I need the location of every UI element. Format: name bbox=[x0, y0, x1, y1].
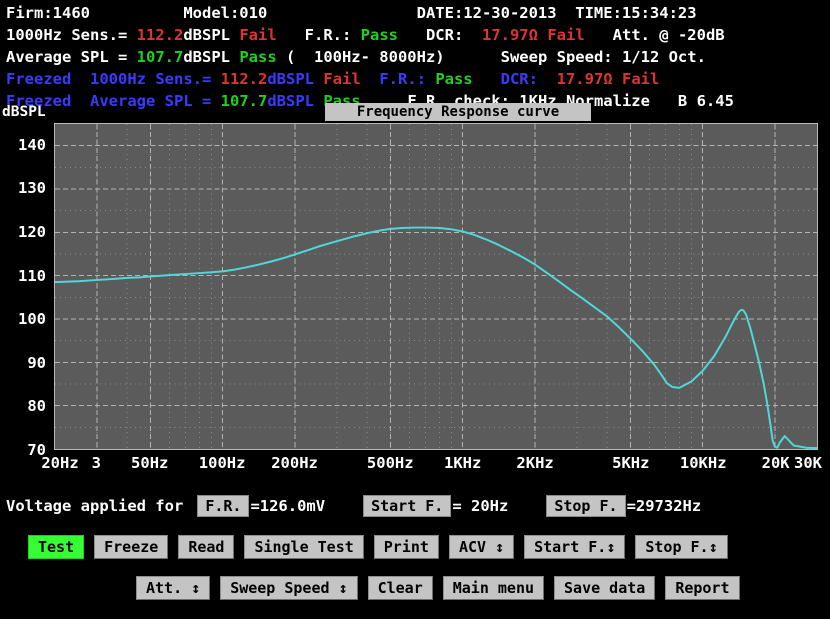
button-main-menu[interactable]: Main menu bbox=[443, 576, 544, 600]
x-axis-tick: 500Hz bbox=[367, 452, 414, 474]
button-stop-f[interactable]: Stop F.↕ bbox=[635, 535, 727, 559]
status-text-run: ( 100Hz- 8000Hz) bbox=[277, 48, 445, 66]
status-text-run: F.R.: bbox=[361, 70, 436, 88]
secondary-button-row: Att. ↕ Sweep Speed ↕ Clear Main menu Save da… bbox=[0, 574, 830, 602]
status-text-run: 107.7 bbox=[221, 92, 268, 110]
status-text-run: 107.7 bbox=[137, 48, 184, 66]
x-axis-tick: 30K bbox=[794, 452, 822, 474]
y-axis-tick: 140 bbox=[18, 136, 46, 154]
button-start-f[interactable]: Start F.↕ bbox=[524, 535, 625, 559]
x-axis-tick: 1KHz bbox=[444, 452, 481, 474]
status-text-run: F.R.: bbox=[277, 26, 361, 44]
status-text-run: Fail bbox=[547, 26, 584, 44]
status-text-run: 112.2 bbox=[137, 26, 184, 44]
start-frequency-value: = 20Hz bbox=[451, 497, 508, 515]
status-text-run: Average SPL = bbox=[90, 92, 221, 110]
stop-frequency-button[interactable]: Stop F. bbox=[546, 495, 625, 517]
status-text-run: Fail bbox=[323, 70, 360, 88]
plot-canvas bbox=[55, 124, 817, 449]
button-sweep-speed[interactable]: Sweep Speed ↕ bbox=[220, 576, 357, 600]
status-text-run: Freezed bbox=[6, 70, 90, 88]
status-text-run: 1000Hz Sens.= bbox=[6, 26, 137, 44]
status-text-run: Model:010 bbox=[90, 4, 267, 22]
x-axis-tick: 10KHz bbox=[680, 452, 727, 474]
button-single-test[interactable]: Single Test bbox=[244, 535, 363, 559]
status-text-run: Pass bbox=[435, 70, 472, 88]
status-line-firmware: Firm:1460 Model:010 DATE:12-30-2013 TIME… bbox=[0, 2, 830, 24]
y-axis-tick: 120 bbox=[18, 223, 46, 241]
x-axis-tick: 50Hz bbox=[131, 452, 168, 474]
button-print[interactable]: Print bbox=[374, 535, 439, 559]
status-text-run: dBSPL bbox=[267, 92, 323, 110]
y-axis-tick: 130 bbox=[18, 179, 46, 197]
start-frequency-button[interactable]: Start F. bbox=[363, 495, 451, 517]
status-text-run: 1000Hz Sens.= bbox=[90, 70, 221, 88]
status-text-run: 17.97Ω bbox=[482, 26, 538, 44]
fr-voltage-button[interactable]: F.R. bbox=[197, 495, 249, 517]
status-text-run: 17.97Ω bbox=[557, 70, 613, 88]
chart-title: Frequency Response curve bbox=[325, 103, 591, 121]
status-text-run bbox=[613, 70, 622, 88]
frequency-response-plot[interactable] bbox=[54, 123, 818, 450]
status-line-freezed-sensitivity: Freezed 1000Hz Sens.= 112.2dBSPL Fail F.… bbox=[0, 68, 830, 90]
button-report[interactable]: Report bbox=[665, 576, 739, 600]
status-text-run: Firm:1460 bbox=[6, 4, 90, 22]
voltage-settings-row: Voltage applied for F.R. =126.0mV Start … bbox=[0, 492, 830, 520]
x-axis-tick: 20Hz bbox=[41, 452, 78, 474]
status-text-run: Sweep Speed: 1/12 Oct. bbox=[445, 48, 706, 66]
y-axis-tick-labels: 140130120110100908070 bbox=[0, 123, 50, 449]
fr-voltage-value: =126.0mV bbox=[249, 497, 325, 515]
button-freeze[interactable]: Freeze bbox=[94, 535, 168, 559]
x-axis-tick: 2KHz bbox=[516, 452, 553, 474]
status-text-run: Pass bbox=[239, 48, 276, 66]
button-read[interactable]: Read bbox=[178, 535, 234, 559]
button-clear[interactable]: Clear bbox=[368, 576, 433, 600]
y-axis-tick: 80 bbox=[27, 397, 46, 415]
y-axis-tick: 100 bbox=[18, 310, 46, 328]
status-text-run: Fail bbox=[622, 70, 659, 88]
analyzer-window: Firm:1460 Model:010 DATE:12-30-2013 TIME… bbox=[0, 0, 830, 619]
button-save-data[interactable]: Save data bbox=[554, 576, 655, 600]
button-att[interactable]: Att. ↕ bbox=[136, 576, 210, 600]
x-axis-tick: 100Hz bbox=[199, 452, 246, 474]
y-axis-tick: 90 bbox=[27, 354, 46, 372]
button-acv[interactable]: ACV ↕ bbox=[449, 535, 514, 559]
button-test[interactable]: Test bbox=[28, 535, 84, 559]
status-text-run: Fail bbox=[239, 26, 276, 44]
status-text-run: dBSPL bbox=[183, 26, 239, 44]
status-text-run: DCR: bbox=[473, 70, 557, 88]
status-text-run: Average SPL = bbox=[6, 48, 137, 66]
x-axis-tick: 3 bbox=[92, 452, 101, 474]
stop-frequency-value: =29732Hz bbox=[626, 497, 702, 515]
x-axis-tick: 20K bbox=[762, 452, 790, 474]
x-axis-tick-labels: 20Hz 3 50Hz 100Hz 200Hz 500Hz 1KHz 2KHz 5KHz 10KH… bbox=[0, 452, 830, 474]
status-text-run: DCR: bbox=[398, 26, 482, 44]
primary-button-row: Test Freeze Read Single Test Print ACV ↕ Start… bbox=[0, 533, 830, 561]
status-line-average-spl: Average SPL = 107.7dBSPL Pass ( 100Hz- 8… bbox=[0, 46, 830, 68]
status-text-run: dBSPL bbox=[267, 70, 323, 88]
status-text-run: DATE:12-30-2013 TIME:15:34:23 bbox=[267, 4, 696, 22]
y-axis-tick: 110 bbox=[18, 267, 46, 285]
x-axis-tick: 5KHz bbox=[612, 452, 649, 474]
status-text-run: Att. @ -20dB bbox=[585, 26, 725, 44]
voltage-applied-label: Voltage applied for bbox=[0, 497, 183, 515]
x-axis-tick: 200Hz bbox=[271, 452, 318, 474]
status-text-run: Pass bbox=[361, 26, 398, 44]
status-header: Firm:1460 Model:010 DATE:12-30-2013 TIME… bbox=[0, 0, 830, 112]
status-line-sensitivity: 1000Hz Sens.= 112.2dBSPL Fail F.R.: Pass… bbox=[0, 24, 830, 46]
status-text-run: 112.2 bbox=[221, 70, 268, 88]
y-axis-unit-label: dBSPL bbox=[2, 104, 46, 120]
status-text-run bbox=[538, 26, 547, 44]
status-text-run: dBSPL bbox=[183, 48, 239, 66]
